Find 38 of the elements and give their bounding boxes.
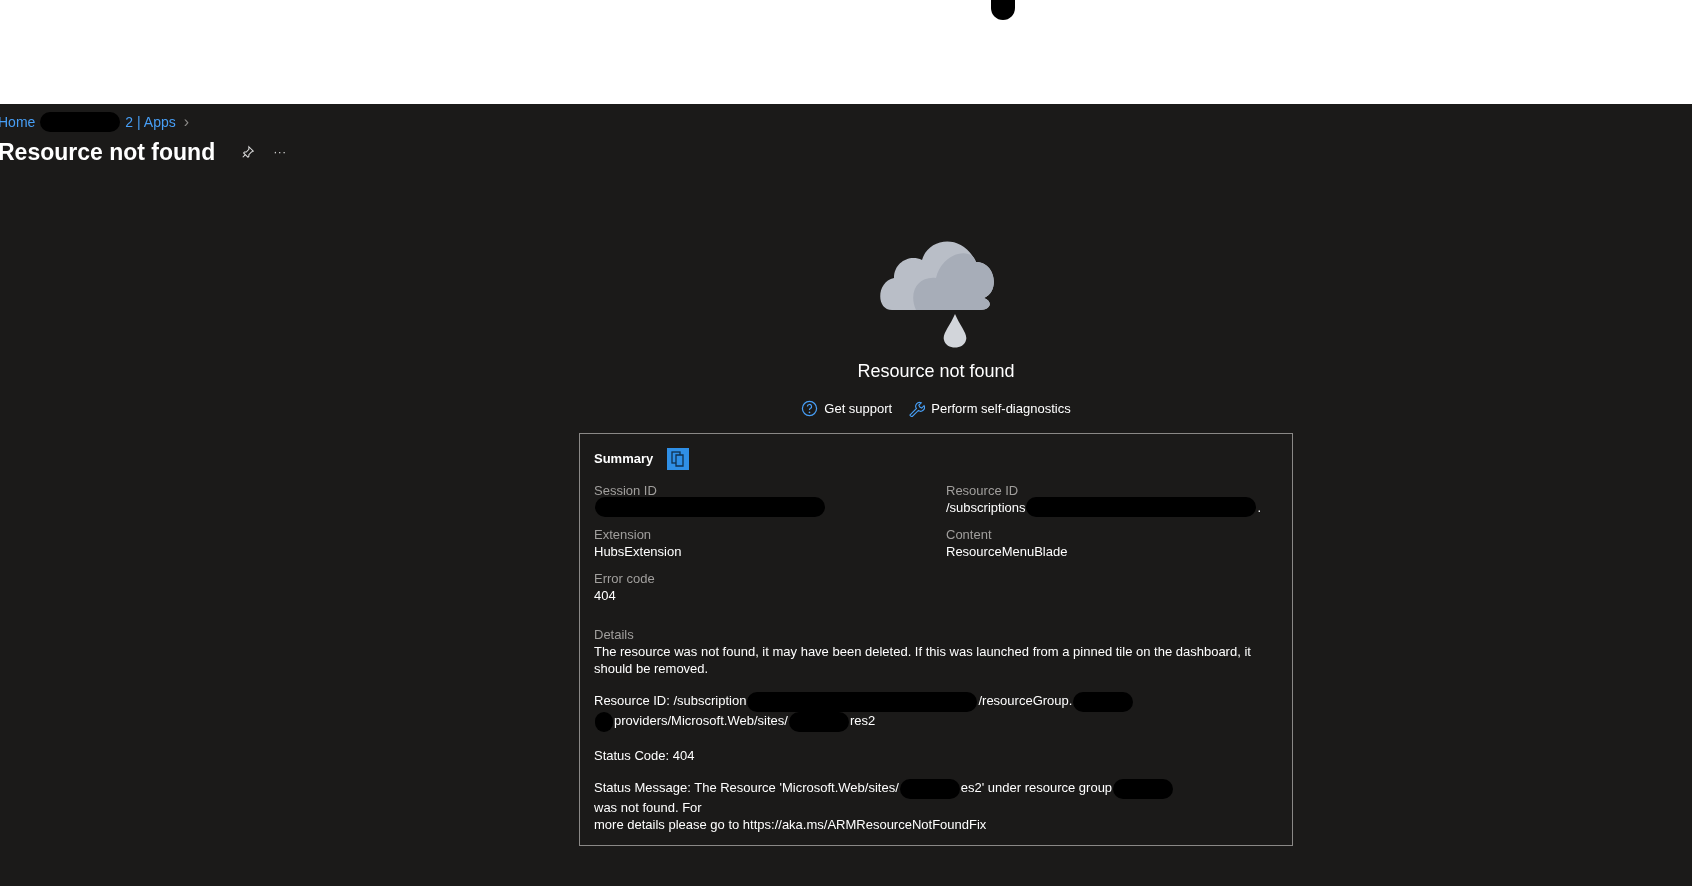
- detail-text: HubsExtension: [594, 542, 682, 560]
- help-icon: [801, 400, 819, 418]
- detail-text: The resource was not found, it may have been deleted. If this was launched from a pinned tile on the dashboard, it should be removed.: [594, 643, 1251, 676]
- support-link[interactable]: Get support: [801, 399, 893, 419]
- field-label: Extension: [594, 525, 653, 543]
- redaction-mark: [1073, 691, 1134, 712]
- wrench-icon: [908, 400, 926, 418]
- detail-text: res2: [849, 712, 876, 728]
- detail-text: 404: [594, 586, 616, 604]
- detail-text: more details please go to https://aka.ms/ARMResourceNotFoundFix: [594, 816, 987, 832]
- field-label: Error code: [594, 569, 656, 587]
- detail-text: providers/Microsoft.Web/sites/: [614, 712, 788, 728]
- details-label: Details: [594, 625, 635, 643]
- breadcrumb-link[interactable]: 2 | Apps: [125, 111, 176, 133]
- breadcrumb-link[interactable]: Home: [0, 111, 36, 133]
- diagnostics-link[interactable]: Perform self-diagnostics: [908, 399, 1071, 419]
- redaction-mark: [1113, 778, 1174, 799]
- detail-text: Resource ID: /subscription: [594, 692, 747, 708]
- field-label: Session ID: [594, 481, 658, 499]
- detail-text: was not found. For: [594, 799, 702, 815]
- detail-text: ResourceMenuBlade: [946, 542, 1068, 560]
- detail-text: Status Code: 404: [594, 747, 695, 763]
- detail-text: Status Message: The Resource 'Microsoft.Web/sites/: [594, 779, 899, 795]
- chevron-icon: ›: [183, 110, 190, 134]
- summary-title: Summary: [594, 450, 654, 467]
- more-button[interactable]: ···: [273, 142, 287, 162]
- page-title: Resource not found: [0, 137, 216, 167]
- detail-text: /subscriptions: [946, 498, 1026, 516]
- field-label: Content: [946, 525, 993, 543]
- detail-text: es2' under resource group: [960, 779, 1113, 795]
- error-message: Resource not found: [857, 360, 1015, 383]
- redaction-mark: [899, 778, 960, 799]
- detail-text: /resourceGroup.: [978, 692, 1073, 708]
- copy-button[interactable]: [667, 447, 690, 470]
- notch-shape: [991, 0, 1015, 20]
- field-label: Resource ID: [946, 481, 1020, 499]
- redaction-mark: [595, 711, 613, 732]
- detail-text: .: [1257, 498, 1262, 516]
